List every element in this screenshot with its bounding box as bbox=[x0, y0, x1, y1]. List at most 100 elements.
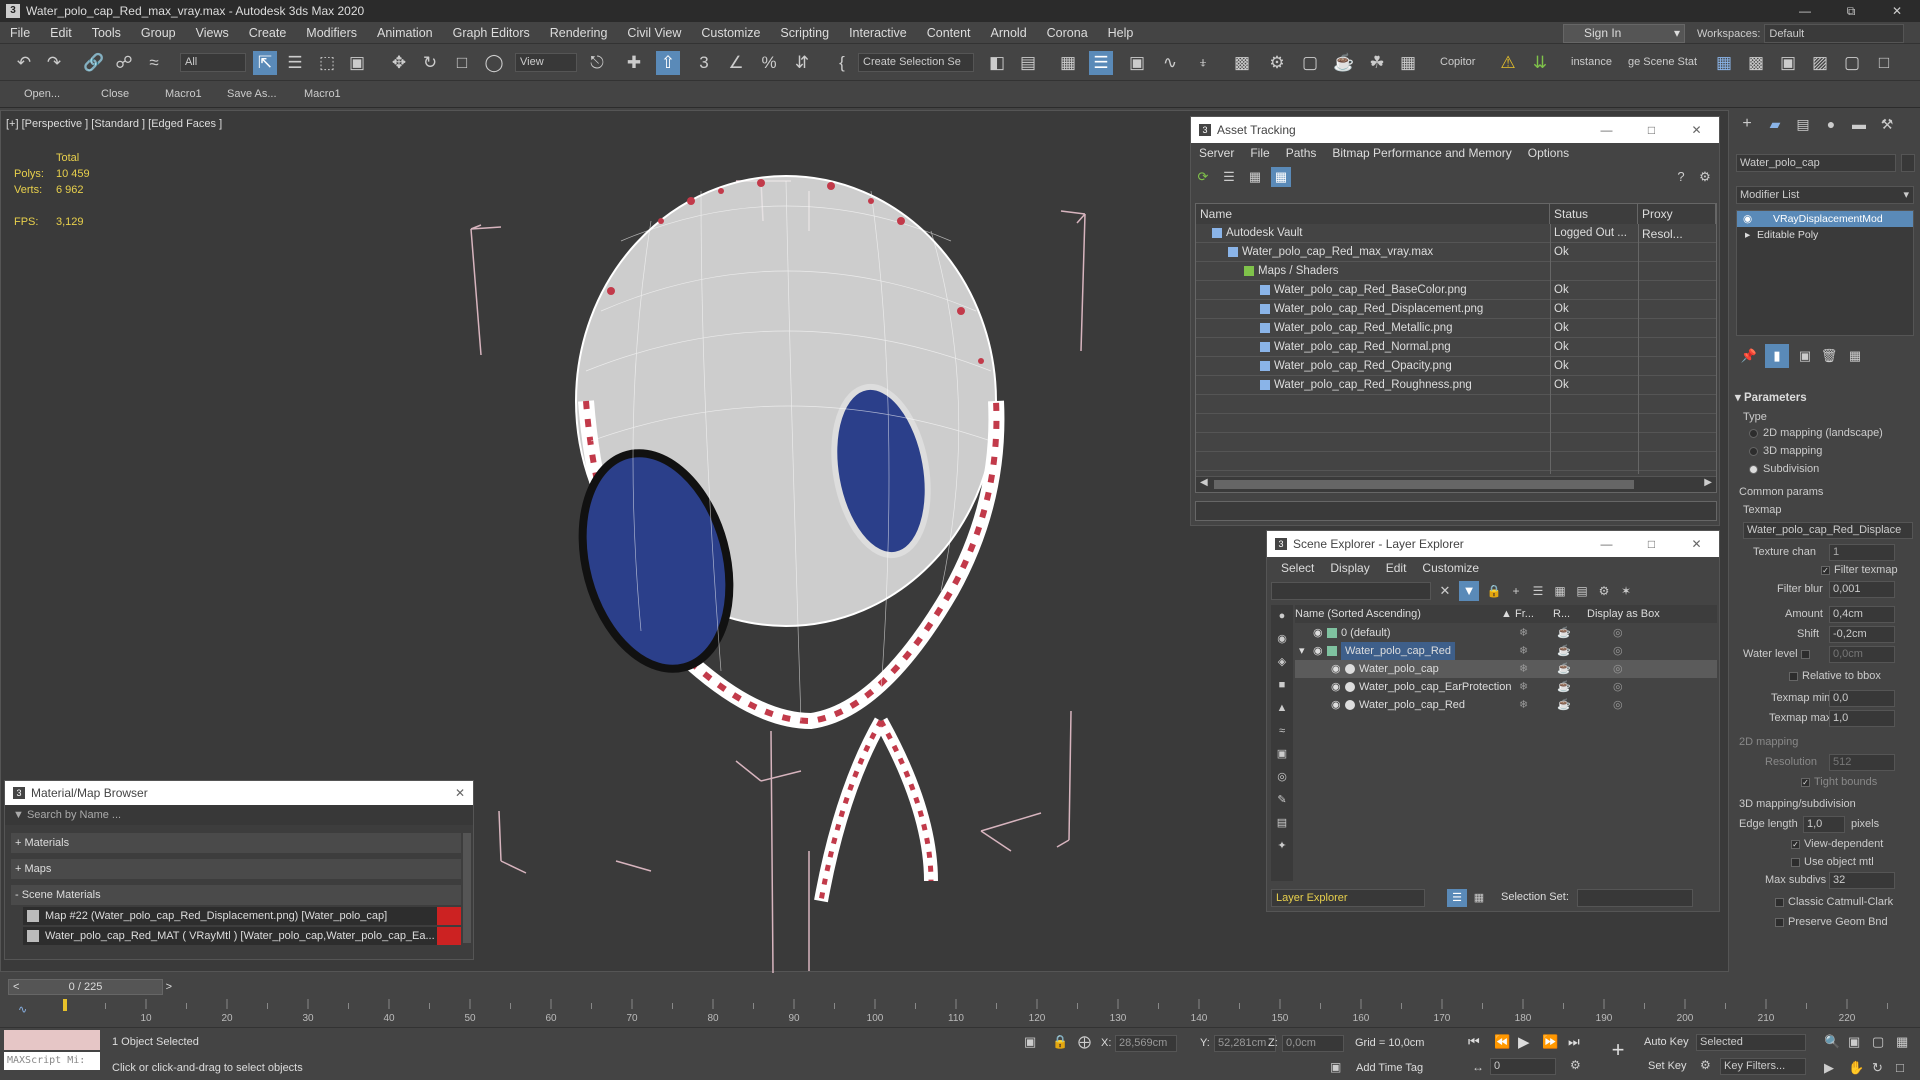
key-filters-button[interactable]: Key Filters... bbox=[1720, 1058, 1806, 1075]
col-display-as-box[interactable]: Display as Box bbox=[1587, 605, 1660, 623]
selection-filter-dropdown[interactable]: All bbox=[180, 53, 246, 72]
texmap-min-spinner[interactable]: 0,0 bbox=[1829, 690, 1895, 707]
zoom-icon[interactable]: 🔍 bbox=[1824, 1034, 1840, 1050]
double-chevron-down-icon[interactable]: ⇊ bbox=[1528, 51, 1552, 75]
explorer-row[interactable]: ◉ Water_polo_cap ❄ ☕ ◎ bbox=[1295, 660, 1717, 678]
orbit-icon[interactable]: ↻ bbox=[1872, 1060, 1883, 1076]
col-name-sorted[interactable]: Name (Sorted Ascending) bbox=[1295, 605, 1421, 623]
menu-customize[interactable]: Customize bbox=[691, 22, 770, 44]
open-button[interactable]: Open... bbox=[24, 88, 60, 100]
side-filter-icons[interactable]: ● ◉ ◈ ■ ▲ ≈ ▣ ◎ ✎ ▤ ✦ bbox=[1271, 605, 1293, 858]
minimize-icon[interactable]: — bbox=[1782, 0, 1828, 22]
asset-tracking-titlebar[interactable]: 3 Asset Tracking — □ ✕ bbox=[1191, 117, 1719, 143]
box-display-icon[interactable]: ◎ bbox=[1613, 624, 1623, 642]
stack-item-vraydisplacement[interactable]: ◉ VRayDisplacementMod bbox=[1737, 211, 1913, 227]
amount-spinner[interactable]: 0,4cm bbox=[1829, 606, 1895, 623]
close-icon[interactable]: ✕ bbox=[455, 786, 465, 800]
close-icon[interactable]: ✕ bbox=[1874, 0, 1920, 22]
bind-spacewarp-icon[interactable]: ≈ bbox=[142, 51, 166, 75]
horizontal-scrollbar[interactable]: ◀ ▶ bbox=[1196, 476, 1716, 492]
track-bar[interactable]: 10 20 30 40 50 60 70 80 90 100 110 120 130 140 150 160 1… bbox=[50, 999, 1920, 1025]
time-tag-icon[interactable]: ▣ bbox=[1330, 1060, 1341, 1074]
menu-group[interactable]: Group bbox=[131, 22, 186, 44]
modify-tab-icon[interactable]: ▰ bbox=[1763, 112, 1787, 136]
utilities-tab-icon[interactable]: ⚒ bbox=[1875, 112, 1899, 136]
settings-icon[interactable]: ⚙ bbox=[1595, 581, 1613, 601]
menu-graph-editors[interactable]: Graph Editors bbox=[443, 22, 540, 44]
parameters-title[interactable]: ▾ Parameters bbox=[1735, 390, 1917, 404]
key-selection-dropdown[interactable]: Selected bbox=[1696, 1034, 1806, 1051]
configure-sets-icon[interactable]: ▦ bbox=[1843, 344, 1867, 368]
keyboard-shortcut-icon[interactable]: ⇧ bbox=[656, 51, 680, 75]
auto-key-button[interactable]: Auto Key bbox=[1644, 1036, 1689, 1048]
maximize-viewport-icon[interactable]: □ bbox=[1896, 1060, 1904, 1075]
container-icon[interactable]: ▩ bbox=[1744, 51, 1768, 75]
sort-ascending-icon[interactable]: ▲ bbox=[1501, 605, 1512, 623]
time-slider[interactable]: < 0 / 225 > bbox=[8, 979, 172, 995]
x-coordinate-field[interactable]: 28,569cm bbox=[1115, 1035, 1177, 1052]
texmap-button[interactable]: Water_polo_cap_Red_Displace bbox=[1743, 522, 1913, 539]
scene-stat-label[interactable]: ge Scene Stat bbox=[1628, 53, 1697, 72]
workspaces-selector[interactable]: Workspaces: Default bbox=[1697, 24, 1905, 44]
lock-selection-icon[interactable]: 🔒 bbox=[1052, 1034, 1068, 1050]
water-polo-cap-model[interactable] bbox=[560, 175, 1005, 903]
material-editor-icon[interactable]: ▩ bbox=[1230, 51, 1254, 75]
stack-item-editable-poly[interactable]: ▸ Editable Poly bbox=[1737, 227, 1913, 243]
menu-server[interactable]: Server bbox=[1191, 146, 1242, 160]
scene-materials-section[interactable]: - Scene Materials bbox=[11, 885, 461, 905]
layers-icon[interactable]: ☰ bbox=[1529, 581, 1547, 601]
unlink-icon[interactable]: ☍ bbox=[112, 51, 136, 75]
align-icon[interactable]: ▤ bbox=[1016, 51, 1040, 75]
zoom-extents-all-icon[interactable]: ▦ bbox=[1896, 1034, 1908, 1050]
shift-spinner[interactable]: -0,2cm bbox=[1829, 626, 1895, 643]
water-level-spinner[interactable]: 0,0cm bbox=[1829, 646, 1895, 663]
display-tab-icon[interactable]: ▬ bbox=[1847, 112, 1871, 136]
eye-icon[interactable]: ◉ bbox=[1743, 211, 1752, 227]
field-of-view-icon[interactable]: ▶ bbox=[1824, 1060, 1834, 1076]
classic-catmull-checkbox[interactable]: Classic Catmull-Clark bbox=[1775, 896, 1893, 908]
render-icon[interactable]: ☕ bbox=[1557, 660, 1571, 678]
sign-in-dropdown[interactable]: Sign In ▾ bbox=[1563, 24, 1685, 43]
menu-edit[interactable]: Edit bbox=[1378, 561, 1415, 575]
menu-content[interactable]: Content bbox=[917, 22, 981, 44]
z-coordinate-field[interactable]: 0,0cm bbox=[1282, 1035, 1344, 1052]
menu-animation[interactable]: Animation bbox=[367, 22, 443, 44]
lock-icon[interactable]: 🔒 bbox=[1485, 581, 1503, 601]
update-container-icon[interactable]: ▢ bbox=[1840, 51, 1864, 75]
menu-scripting[interactable]: Scripting bbox=[770, 22, 839, 44]
schematic-view-icon[interactable]: ⍖ bbox=[1191, 51, 1215, 75]
asset-path-field[interactable] bbox=[1195, 501, 1717, 521]
render-grid-icon[interactable]: ▦ bbox=[1396, 51, 1420, 75]
isolate-icon[interactable]: ▣ bbox=[1024, 1034, 1036, 1050]
scroll-thumb[interactable] bbox=[1214, 480, 1634, 489]
object-color-swatch[interactable] bbox=[1901, 154, 1915, 172]
box-display-icon[interactable]: ◎ bbox=[1613, 642, 1623, 660]
set-key-button[interactable]: Set Key bbox=[1648, 1060, 1687, 1072]
chevron-right-icon[interactable]: > bbox=[166, 980, 172, 994]
y-coordinate-field[interactable]: 52,281cm bbox=[1214, 1035, 1276, 1052]
percent-snap-icon[interactable]: % bbox=[757, 51, 781, 75]
modifier-list-dropdown[interactable]: Modifier List ▾ bbox=[1736, 186, 1914, 204]
clear-search-icon[interactable]: ✕ bbox=[1435, 581, 1455, 601]
remove-modifier-icon[interactable]: 🗑 bbox=[1817, 344, 1841, 368]
maxscript-mini-input[interactable]: MAXScript Mi: bbox=[4, 1052, 100, 1070]
tree-view-icon[interactable]: ▦ bbox=[1245, 167, 1265, 187]
texture-chan-spinner[interactable]: 1 bbox=[1829, 544, 1895, 561]
freeze-icon[interactable]: ❄ bbox=[1519, 678, 1528, 696]
menu-select[interactable]: Select bbox=[1273, 561, 1322, 575]
grid-layout-icon[interactable]: ▦ bbox=[1712, 51, 1736, 75]
render-icon[interactable]: ☕ bbox=[1557, 624, 1571, 642]
grid-icon[interactable]: ▦ bbox=[1469, 889, 1489, 907]
material-browser-titlebar[interactable]: 3 Material/Map Browser ✕ bbox=[5, 781, 473, 805]
workspaces-value[interactable]: Default bbox=[1764, 24, 1905, 43]
view-dependent-checkbox[interactable]: ✓ View-dependent bbox=[1791, 838, 1883, 850]
minimize-icon[interactable]: — bbox=[1584, 123, 1629, 137]
materials-section[interactable]: + Materials bbox=[11, 833, 461, 853]
copitor-label[interactable]: Copitor bbox=[1440, 53, 1475, 72]
menu-display[interactable]: Display bbox=[1322, 561, 1377, 575]
object-name-field[interactable]: Water_polo_cap bbox=[1736, 154, 1896, 172]
warning-icon[interactable]: ⚠ bbox=[1496, 51, 1520, 75]
relative-bbox-checkbox[interactable]: Relative to bbox bbox=[1789, 670, 1881, 682]
menu-options[interactable]: Options bbox=[1520, 146, 1577, 160]
explorer-row[interactable]: ◉ 0 (default) ❄ ☕ ◎ bbox=[1295, 624, 1717, 642]
